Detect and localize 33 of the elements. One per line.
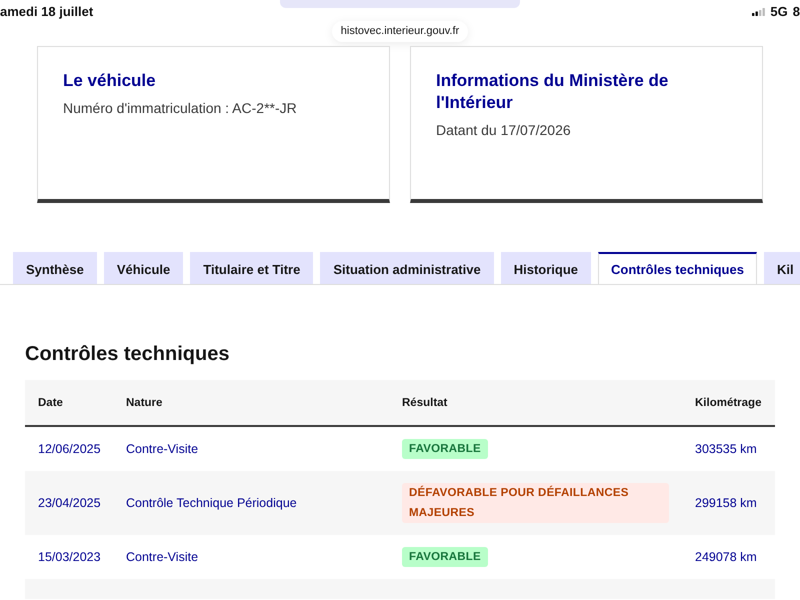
result-badge: FAVORABLE xyxy=(402,439,488,459)
column-header: Nature xyxy=(125,396,164,408)
result-badge: DÉFAVORABLE POUR DÉFAILLANCES MAJEURES xyxy=(402,483,669,523)
mileage-cell-text: 249078 km xyxy=(695,549,757,566)
column-header: Résultat xyxy=(401,396,448,408)
card-title: Le véhicule xyxy=(63,70,157,92)
tab[interactable]: Véhicule xyxy=(104,252,184,284)
nature-cell-text: Contrôle Technique Périodique xyxy=(126,495,297,512)
status-date: amedi 18 juillet xyxy=(0,5,94,19)
tab[interactable]: Contrôles techniques xyxy=(598,252,757,284)
network-label: 5G xyxy=(770,5,788,19)
card-text: Datant du 17/07/2026 xyxy=(436,121,572,140)
card-text: Numéro d'immatriculation : AC-2**-JR xyxy=(63,99,298,118)
card-title: Informations du Ministère de l'Intérieur xyxy=(436,70,670,114)
mileage-cell-text: 299158 km xyxy=(695,495,757,512)
nature-cell-text: Contre-Visite xyxy=(126,549,198,566)
section-title: Contrôles techniques xyxy=(25,342,230,367)
column-header: Kilométrage xyxy=(694,396,762,408)
nature-cell-text: Contre-Visite xyxy=(126,441,198,458)
result-badge: FAVORABLE xyxy=(402,547,488,567)
tab[interactable]: Titulaire et Titre xyxy=(190,252,314,284)
tab[interactable]: Synthèse xyxy=(13,252,97,284)
tab[interactable]: Historique xyxy=(500,252,592,284)
address-bar[interactable]: histovec.interieur.gouv.fr xyxy=(332,21,468,42)
tab[interactable]: Kil xyxy=(764,252,800,284)
date-cell-text: 23/04/2025 xyxy=(38,495,101,512)
mileage-cell-text: 303535 km xyxy=(695,441,757,458)
date-cell-text: 12/06/2025 xyxy=(38,441,101,458)
battery-label: 8 xyxy=(792,5,800,19)
tab[interactable]: Situation administrative xyxy=(320,252,494,284)
signal-icon xyxy=(752,8,766,16)
date-cell-text: 15/03/2023 xyxy=(38,549,101,566)
column-header: Date xyxy=(37,396,64,408)
